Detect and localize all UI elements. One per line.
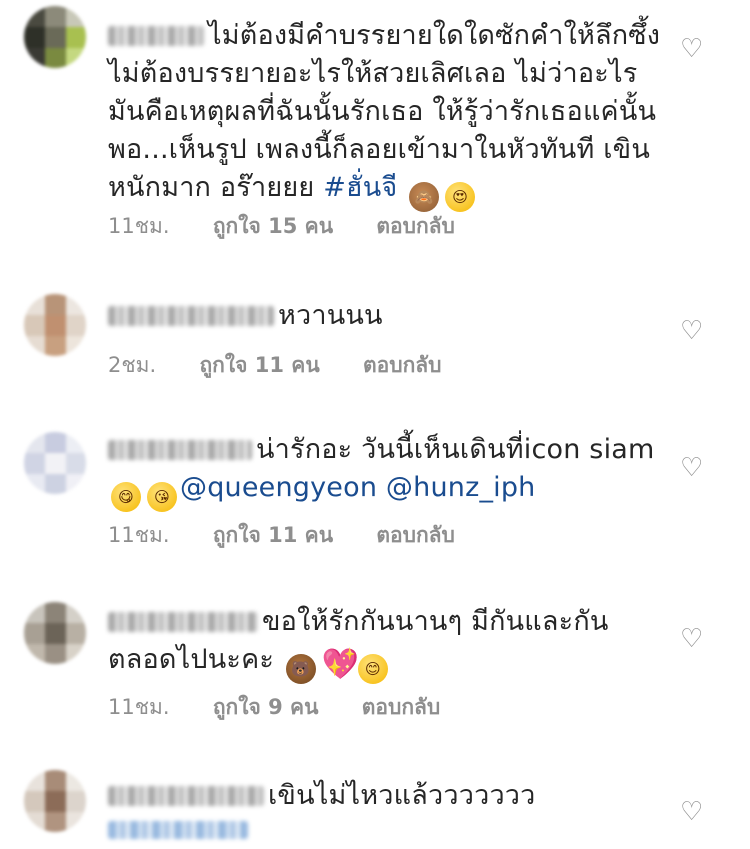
heart-outline-icon[interactable]: ♡ xyxy=(680,318,706,344)
comment-time: 2ชม. xyxy=(108,353,157,377)
comment-meta: 11ชม. ถูกใจ 9 คน ตอบกลับ xyxy=(108,691,476,724)
heart-outline-icon[interactable]: ♡ xyxy=(680,455,706,481)
reply-button[interactable]: ตอบกลับ xyxy=(362,695,441,719)
mentions-link[interactable]: @queengyeon @hunz_iph xyxy=(180,472,536,503)
view-replies-blurred[interactable] xyxy=(108,821,248,839)
comment-body: ขอให้รักกันนานๆ มีกันและกันตลอดไปนะคะ 🐻 💖… xyxy=(108,603,668,684)
heart-outline-icon[interactable]: ♡ xyxy=(680,36,706,62)
username-blurred[interactable] xyxy=(108,26,204,46)
smiling-face-icon: 😊 xyxy=(357,654,388,684)
comment-time: 11ชม. xyxy=(108,695,170,719)
comment-meta: 2ชม. ถูกใจ 11 คน ตอบกลับ xyxy=(108,349,478,382)
comment-body: หวานนน xyxy=(108,297,668,335)
hashtag-link[interactable]: #ฮั่นจี xyxy=(323,172,397,203)
heart-outline-icon[interactable]: ♡ xyxy=(680,626,706,652)
username-blurred[interactable] xyxy=(108,306,274,326)
comment-body: ไม่ต้องมีคำบรรยายใดใดซักคำให้ลึกซึ้ง ไม่… xyxy=(108,17,668,212)
reply-button[interactable]: ตอบกลับ xyxy=(363,353,442,377)
username-blurred[interactable] xyxy=(108,786,264,806)
avatar[interactable] xyxy=(24,432,86,494)
comment-body: เขินไม่ไหวแล้ววววววว xyxy=(108,777,668,815)
reply-button[interactable]: ตอบกลับ xyxy=(376,523,455,547)
comment-time: 11ชม. xyxy=(108,214,170,238)
comment-text: น่ารักอะ วันนี้เห็นเดินที่icon siam xyxy=(256,434,655,465)
avatar[interactable] xyxy=(24,602,86,664)
likes-count[interactable]: ถูกใจ 9 คน xyxy=(213,695,319,719)
avatar[interactable] xyxy=(24,6,86,68)
savoring-food-face-icon: 😋 xyxy=(111,482,141,512)
likes-count[interactable]: ถูกใจ 15 คน xyxy=(213,214,333,238)
likes-count[interactable]: ถูกใจ 11 คน xyxy=(199,353,319,377)
comment-meta: 11ชม. ถูกใจ 11 คน ตอบกลับ xyxy=(108,519,491,552)
sparkling-heart-icon: 💖 xyxy=(321,647,360,682)
likes-count[interactable]: ถูกใจ 11 คน xyxy=(213,523,333,547)
avatar[interactable] xyxy=(24,770,86,832)
comment-body: น่ารักอะ วันนี้เห็นเดินที่icon siam 😋 😘 @qu… xyxy=(108,431,668,512)
username-blurred[interactable] xyxy=(108,612,258,632)
heart-outline-icon[interactable]: ♡ xyxy=(680,799,706,825)
comment-text: หวานนน xyxy=(278,300,383,331)
comment-meta: 11ชม. ถูกใจ 15 คน ตอบกลับ xyxy=(108,210,491,243)
bear-face-icon: 🐻 xyxy=(285,654,316,684)
comment-text: เขินไม่ไหวแล้ววววววว xyxy=(268,780,536,811)
see-no-evil-monkey-icon: 🙈 xyxy=(409,182,440,212)
avatar[interactable] xyxy=(24,294,86,356)
username-blurred[interactable] xyxy=(108,440,252,460)
kissing-heart-face-icon: 😘 xyxy=(147,482,177,512)
reply-button[interactable]: ตอบกลับ xyxy=(376,214,455,238)
heart-eyes-face-icon: 😍 xyxy=(445,182,476,212)
comment-time: 11ชม. xyxy=(108,523,170,547)
